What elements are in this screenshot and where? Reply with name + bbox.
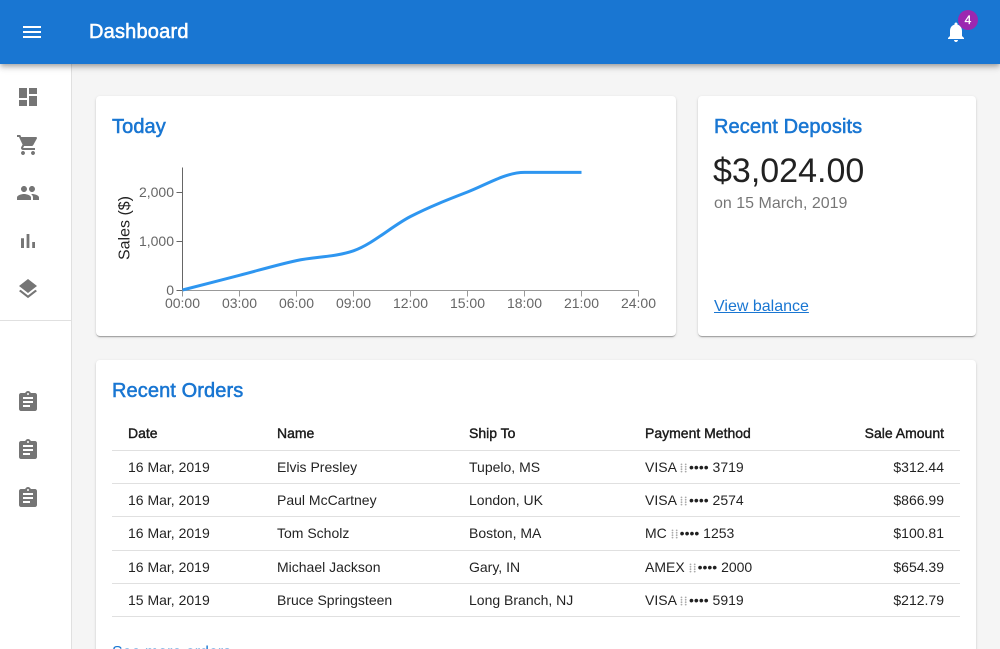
svg-text:2,000: 2,000 bbox=[139, 184, 174, 200]
svg-text:18:00: 18:00 bbox=[507, 295, 542, 311]
svg-text:21:00: 21:00 bbox=[564, 295, 599, 311]
svg-text:1,000: 1,000 bbox=[139, 233, 174, 249]
svg-text:15:00: 15:00 bbox=[450, 295, 485, 311]
svg-text:09:00: 09:00 bbox=[336, 295, 371, 311]
svg-text:03:00: 03:00 bbox=[222, 295, 257, 311]
svg-text:00:00: 00:00 bbox=[165, 295, 200, 311]
svg-text:24:00: 24:00 bbox=[621, 295, 656, 311]
svg-text:12:00: 12:00 bbox=[393, 295, 428, 311]
svg-text:06:00: 06:00 bbox=[279, 295, 314, 311]
svg-text:Sales ($): Sales ($) bbox=[117, 196, 134, 260]
